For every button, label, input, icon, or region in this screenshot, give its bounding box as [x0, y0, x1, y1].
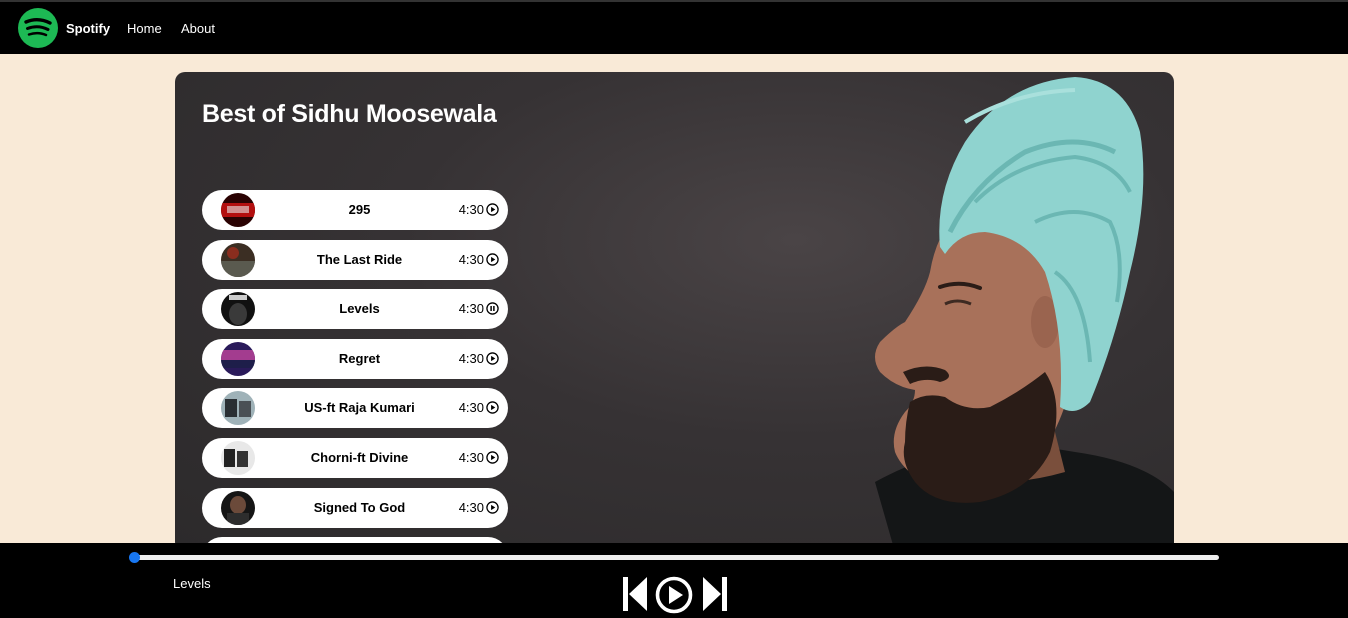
play-circle-icon[interactable] — [486, 500, 499, 514]
pause-circle-icon[interactable] — [486, 302, 499, 315]
artist-portrait-image — [875, 77, 1174, 552]
song-thumbnail-icon — [221, 440, 255, 475]
song-thumbnail-icon — [221, 193, 255, 227]
song-duration: 4:30 — [458, 499, 484, 515]
song-duration: 4:30 — [458, 202, 484, 217]
song-item[interactable]: US-ft Raja Kumari 4:30 — [202, 388, 508, 429]
play-circle-icon[interactable] — [486, 451, 499, 464]
song-title: Regret — [338, 350, 381, 366]
song-duration: 4:30 — [458, 251, 484, 267]
song-title: Levels — [339, 301, 380, 317]
song-title: Chorni-ft Divine — [310, 449, 409, 465]
playlist-title: Best of Sidhu Moosewala — [202, 100, 497, 128]
song-thumbnail-icon — [221, 490, 255, 525]
song-duration: 4:30 — [458, 301, 484, 317]
song-item[interactable]: Signed To God 4:30 — [202, 487, 508, 528]
play-circle-icon[interactable] — [486, 352, 499, 365]
nav-link-about[interactable]: About — [181, 21, 215, 36]
song-thumbnail-icon — [221, 292, 255, 327]
play-circle-icon[interactable] — [486, 401, 499, 415]
play-circle-icon[interactable] — [486, 252, 499, 266]
song-item-active[interactable]: Levels 4:30 — [202, 289, 508, 330]
song-duration: 4:30 — [458, 350, 484, 366]
playlist-panel: Best of Sidhu Moosewala 295 4:30 The Las… — [175, 72, 1174, 552]
top-navbar: Spotify Home About — [0, 0, 1348, 54]
nav-link-home[interactable]: Home — [127, 21, 162, 36]
next-icon[interactable] — [702, 576, 728, 612]
song-item[interactable]: 295 4:30 — [202, 190, 508, 230]
song-thumbnail-icon — [221, 242, 255, 277]
song-item[interactable]: Regret 4:30 — [202, 338, 508, 379]
progress-handle[interactable] — [129, 552, 140, 563]
song-title: 295 — [348, 202, 371, 217]
now-playing-title: Levels — [173, 576, 211, 591]
song-title: Signed To God — [313, 499, 406, 515]
song-duration: 4:30 — [458, 449, 484, 465]
player-bar: Levels — [0, 543, 1348, 618]
song-title: US-ft Raja Kumari — [304, 400, 415, 416]
progress-bar[interactable] — [134, 555, 1219, 560]
song-thumbnail-icon — [221, 391, 255, 426]
song-thumbnail-icon — [221, 341, 255, 376]
previous-icon[interactable] — [622, 576, 648, 612]
song-item[interactable]: The Last Ride 4:30 — [202, 239, 508, 280]
song-list: 295 4:30 The Last Ride 4:30 Levels 4:30 … — [202, 190, 508, 552]
song-title: The Last Ride — [316, 251, 403, 267]
song-duration: 4:30 — [458, 400, 484, 416]
play-circle-icon[interactable] — [654, 576, 694, 614]
song-item[interactable]: Chorni-ft Divine 4:30 — [202, 437, 508, 478]
play-circle-icon[interactable] — [486, 203, 499, 216]
brand-name[interactable]: Spotify — [66, 21, 110, 36]
spotify-logo-icon[interactable] — [18, 8, 58, 48]
